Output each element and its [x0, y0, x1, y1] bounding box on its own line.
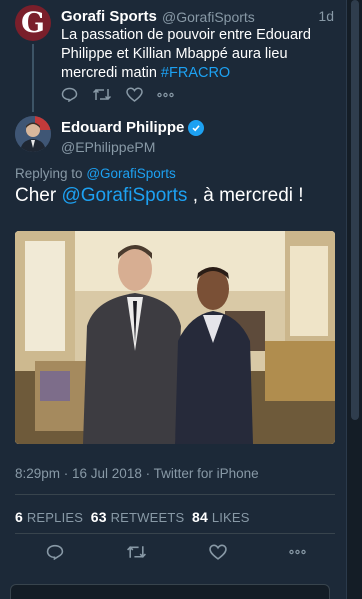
edouard-philippe-avatar[interactable] [15, 116, 51, 152]
avatar-letter: G [21, 6, 45, 39]
tweet1-author-handle[interactable]: @GorafiSports [162, 9, 255, 25]
thread-connector-line [32, 44, 34, 112]
reply-box[interactable] [10, 584, 330, 599]
replies-stat[interactable]: 6 REPLIES [15, 509, 84, 525]
tweet2-actions [46, 544, 306, 560]
replies-count: 6 [15, 509, 23, 525]
likes-count: 84 [192, 509, 208, 525]
retweet-icon[interactable] [92, 87, 112, 102]
tweet1-author-name[interactable]: Gorafi Sports [61, 8, 157, 25]
retweets-count: 63 [90, 509, 107, 525]
tweet2-meta: 8:29pm · 16 Jul 2018 · Twitter for iPhon… [15, 466, 259, 481]
likes-label: LIKES [211, 510, 250, 525]
tweet2-author-handle[interactable]: @EPhilippePM [61, 139, 155, 155]
tweet2-author-name[interactable]: Edouard Philippe [61, 119, 184, 136]
like-icon[interactable] [126, 87, 143, 102]
scrollbar[interactable] [350, 0, 360, 599]
tweet-photo[interactable] [15, 231, 335, 444]
retweets-stat[interactable]: 63 RETWEETS [90, 509, 185, 525]
gorafi-sports-avatar[interactable]: G [15, 5, 51, 41]
tweet2-text-after: , à mercredi ! [187, 185, 304, 206]
hashtag-link[interactable]: #FRACRO [161, 65, 230, 81]
more-icon[interactable] [157, 92, 174, 98]
tweet2-stats: 6 REPLIES 63 RETWEETS 84 LIKES [15, 509, 250, 525]
tweet1-actions [61, 87, 174, 102]
like-icon[interactable] [209, 544, 227, 560]
tweet-thread-card: G Gorafi Sports @GorafiSports 1d La pass… [0, 0, 347, 599]
more-icon[interactable] [289, 549, 306, 555]
replies-label: REPLIES [26, 510, 84, 525]
reply-icon[interactable] [61, 87, 78, 102]
retweets-label: RETWEETS [110, 510, 185, 525]
tweet1-text: La passation de pouvoir entre Edouard Ph… [61, 26, 337, 83]
mention-link[interactable]: @GorafiSports [61, 185, 187, 206]
replying-label: Replying to [15, 166, 83, 181]
divider-bottom [15, 533, 335, 534]
divider-top [15, 494, 335, 495]
verified-icon [188, 120, 204, 136]
tweet1-timestamp[interactable]: 1d [318, 8, 334, 24]
tweet2-text-before: Cher [15, 185, 62, 206]
likes-stat[interactable]: 84 LIKES [192, 509, 250, 525]
replying-to-line: Replying to @GorafiSports [15, 166, 176, 181]
replying-handle-link[interactable]: @GorafiSports [86, 166, 175, 181]
tweet2-text: Cher @GorafiSports , à mercredi ! [15, 183, 304, 209]
scrollbar-thumb[interactable] [351, 0, 359, 420]
retweet-icon[interactable] [126, 544, 147, 560]
reply-icon[interactable] [46, 544, 64, 560]
